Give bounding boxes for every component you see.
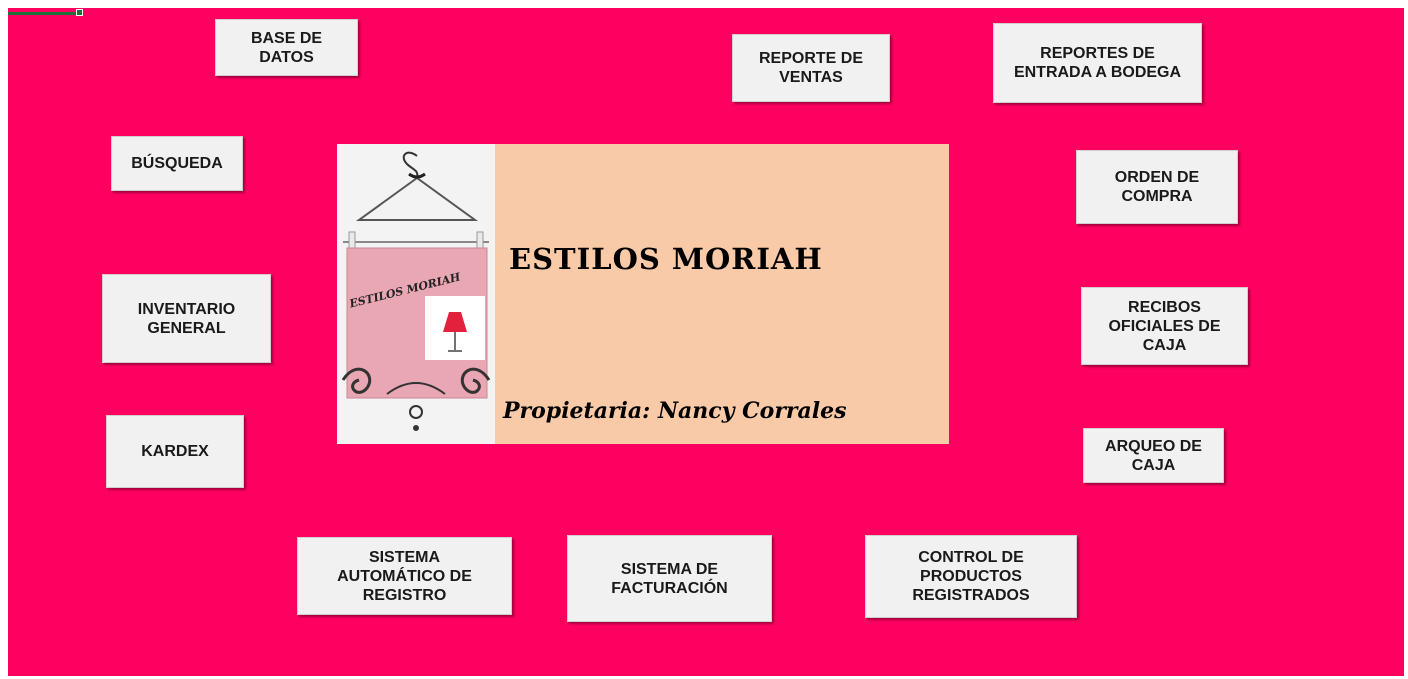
sistema-automatico-registro-button[interactable]: SISTEMA AUTOMÁTICO DE REGISTRO [297, 537, 512, 615]
kardex-button[interactable]: KARDEX [106, 415, 244, 488]
active-cell-indicator [8, 9, 83, 16]
busqueda-button[interactable]: BÚSQUEDA [111, 136, 243, 191]
recibos-oficiales-caja-button[interactable]: RECIBOS OFICIALES DE CAJA [1081, 287, 1248, 365]
control-productos-button[interactable]: CONTROL DE PRODUCTOS REGISTRADOS [865, 535, 1077, 618]
logo-image: ESTILOS MORIAH [337, 144, 495, 444]
owner-label: Propietaria: Nancy Corrales [503, 398, 847, 424]
store-banner: ESTILOS MORIAH ESTILOS MORIAH Propietari… [337, 144, 949, 444]
reporte-ventas-button[interactable]: REPORTE DE VENTAS [732, 34, 890, 102]
reportes-entrada-bodega-button[interactable]: REPORTES DE ENTRADA A BODEGA [993, 23, 1202, 103]
arqueo-caja-button[interactable]: ARQUEO DE CAJA [1083, 428, 1224, 483]
inventario-general-button[interactable]: INVENTARIO GENERAL [102, 274, 271, 363]
sistema-facturacion-button[interactable]: SISTEMA DE FACTURACIÓN [567, 535, 772, 622]
store-title: ESTILOS MORIAH [509, 242, 823, 276]
orden-compra-button[interactable]: ORDEN DE COMPRA [1076, 150, 1238, 224]
base-de-datos-button[interactable]: BASE DE DATOS [215, 19, 358, 76]
